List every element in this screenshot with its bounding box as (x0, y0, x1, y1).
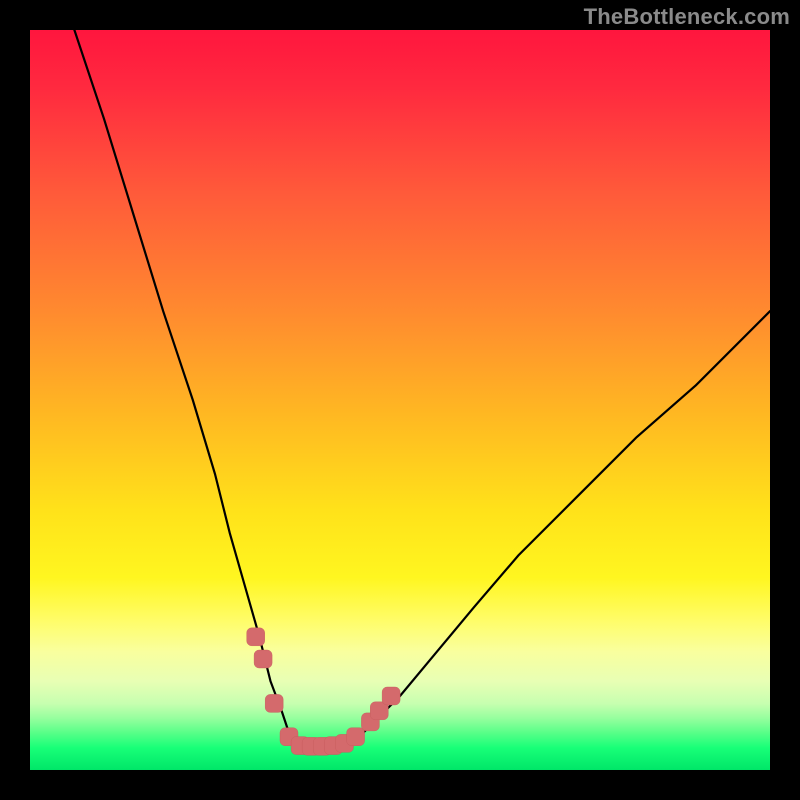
guide-markers (247, 628, 400, 756)
guide-marker (347, 728, 365, 746)
plot-area (30, 30, 770, 770)
chart-frame: TheBottleneck.com (0, 0, 800, 800)
guide-marker (382, 687, 400, 705)
curve-layer (30, 30, 770, 770)
watermark-text: TheBottleneck.com (584, 4, 790, 30)
guide-marker (247, 628, 265, 646)
bottleneck-curve (74, 30, 770, 746)
guide-marker (254, 650, 272, 668)
guide-marker (265, 694, 283, 712)
